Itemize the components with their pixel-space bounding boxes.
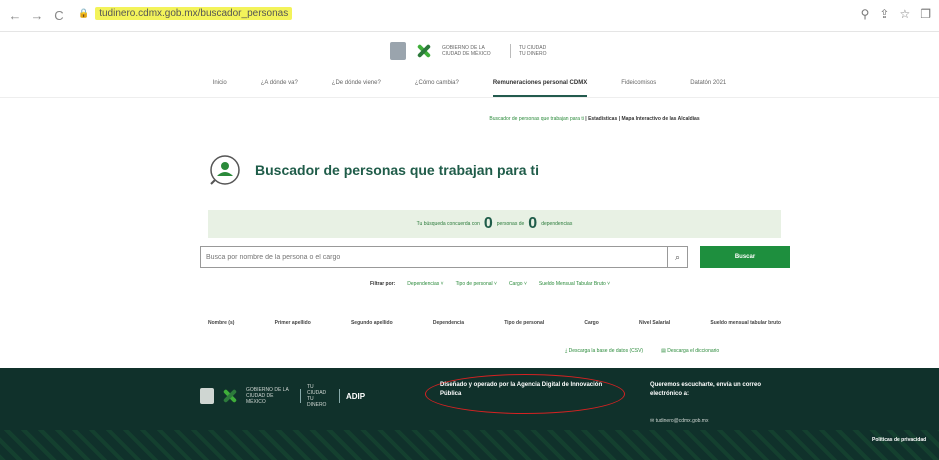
nav-item-como-cambia[interactable]: ¿Cómo cambia? [415, 72, 459, 97]
col-dependencia[interactable]: Dependencia [433, 320, 464, 326]
downloads: ⤓ Descarga la base de datos (CSV) ▤ Desc… [565, 348, 719, 354]
city-shield-icon [390, 42, 406, 60]
deps-count: 0 [528, 215, 538, 232]
slogan: TU CIUDAD TU DINERO [519, 45, 547, 57]
filter-sueldo[interactable]: Sueldo Mensual Tabular Bruto ˅ [539, 281, 610, 287]
filter-dependencias[interactable]: Dependencias ˅ [407, 281, 443, 287]
designed-by-text: Diseñado y operado por la Agencia Digita… [440, 382, 603, 397]
col-sueldo[interactable]: Sueldo mensual tabular bruto [710, 320, 781, 326]
forward-icon[interactable]: → [28, 7, 46, 25]
sub-links: Buscador de personas que trabajan para t… [0, 116, 939, 122]
filter-tipo-personal[interactable]: Tipo de personal ˅ [456, 281, 497, 287]
back-icon[interactable]: ← [6, 7, 24, 25]
download-dict-label: Descarga el diccionario [667, 348, 720, 354]
zoom-icon[interactable]: ⚲ [861, 7, 870, 21]
address-bar[interactable]: 🔒 tudinero.cdmx.gob.mx/buscador_personas [78, 7, 293, 20]
privacy-link[interactable]: Políticas de privacidad [872, 437, 926, 443]
filter-label: Filtrar por: [370, 281, 396, 287]
divider [510, 44, 511, 58]
share-icon[interactable]: ⇪ [879, 7, 889, 21]
browser-toolbar: ← → C 🔒 tudinero.cdmx.gob.mx/buscador_pe… [0, 0, 939, 32]
col-nivel-salarial[interactable]: Nivel Salarial [639, 320, 670, 326]
nav-item-a-donde-va[interactable]: ¿A dónde va? [261, 72, 298, 97]
search-input[interactable] [200, 246, 668, 268]
separator: | [585, 116, 587, 122]
nav-item-fideicomisos[interactable]: Fideicomisos [621, 72, 656, 97]
search-button[interactable]: Buscar [700, 246, 790, 268]
nav-item-inicio[interactable]: Inicio [213, 72, 227, 97]
col-segundo-apellido[interactable]: Segundo apellido [351, 320, 393, 326]
result-prefix: Tu búsqueda concuerda con [416, 221, 480, 227]
table-header: Nombre (s) Primer apellido Segundo apell… [208, 320, 781, 326]
download-db-link[interactable]: ⤓ Descarga la base de datos (CSV) [565, 348, 643, 354]
feedback-text: Queremos escucharte, envía un correo ele… [650, 382, 762, 397]
filter-cargo[interactable]: Cargo ˅ [509, 281, 527, 287]
gov-text: GOBIERNO DE LA CIUDAD DE MÉXICO [442, 45, 491, 57]
cdmx-logo-icon [414, 41, 434, 61]
link-estadisticas[interactable]: Estadísticas [588, 116, 617, 122]
filters: Filtrar por: Dependencias ˅ Tipo de pers… [370, 281, 610, 287]
footer-gov-text: GOBIERNO DE LA CIUDAD DE MÉXICO [246, 387, 289, 405]
person-search-icon [205, 150, 245, 190]
result-summary: Tu búsqueda concuerda con 0 personas de … [208, 210, 781, 238]
persons-count: 0 [483, 215, 493, 232]
url-text[interactable]: tudinero.cdmx.gob.mx/buscador_personas [95, 7, 293, 20]
adip-logo: ADIP [346, 391, 366, 401]
divider [300, 389, 301, 403]
nav-item-de-donde-viene[interactable]: ¿De dónde viene? [332, 72, 381, 97]
footer-logos: GOBIERNO DE LA CIUDAD DE MÉXICO TU CIUDA… [200, 384, 365, 408]
footer-cdmx-logo-icon [220, 386, 240, 406]
nav-item-dataton[interactable]: Datatón 2021 [690, 72, 726, 97]
download-dict-link[interactable]: ▤ Descarga el diccionario [661, 348, 719, 354]
star-icon[interactable]: ☆ [899, 7, 910, 21]
divider [339, 389, 340, 403]
footer-pattern [0, 430, 939, 460]
col-nombre[interactable]: Nombre (s) [208, 320, 234, 326]
footer-shield-icon [200, 388, 214, 404]
window-icon[interactable]: ❐ [920, 7, 931, 21]
footer-email-link[interactable]: ✉ tudinero@cdmx.gob.mx [650, 418, 708, 424]
page-title: Buscador de personas que trabajan para t… [255, 162, 539, 178]
download-db-label: Descarga la base de datos (CSV) [568, 348, 644, 354]
search-icon[interactable]: ⌕ [668, 246, 688, 268]
footer-slogan: TU CIUDAD TU DINERO [307, 384, 327, 408]
search-row: ⌕ Buscar [200, 246, 790, 268]
main-nav: Inicio ¿A dónde va? ¿De dónde viene? ¿Có… [0, 72, 939, 98]
deps-label: dependencias [541, 221, 573, 227]
col-cargo[interactable]: Cargo [584, 320, 598, 326]
header-logos: GOBIERNO DE LA CIUDAD DE MÉXICO TU CIUDA… [0, 33, 939, 69]
link-mapa[interactable]: Mapa Interactivo de las Alcaldías [621, 116, 699, 122]
persons-label: personas de [496, 221, 525, 227]
reload-icon[interactable]: C [50, 7, 68, 25]
separator: | [618, 116, 621, 122]
footer-email: tudinero@cdmx.gob.mx [655, 418, 709, 424]
col-tipo-personal[interactable]: Tipo de personal [504, 320, 544, 326]
nav-item-remuneraciones[interactable]: Remuneraciones personal CDMX [492, 72, 588, 97]
col-primer-apellido[interactable]: Primer apellido [275, 320, 311, 326]
link-buscador[interactable]: Buscador de personas que trabajan para t… [489, 116, 584, 122]
lock-icon: 🔒 [78, 8, 90, 18]
title-row: Buscador de personas que trabajan para t… [205, 150, 539, 190]
